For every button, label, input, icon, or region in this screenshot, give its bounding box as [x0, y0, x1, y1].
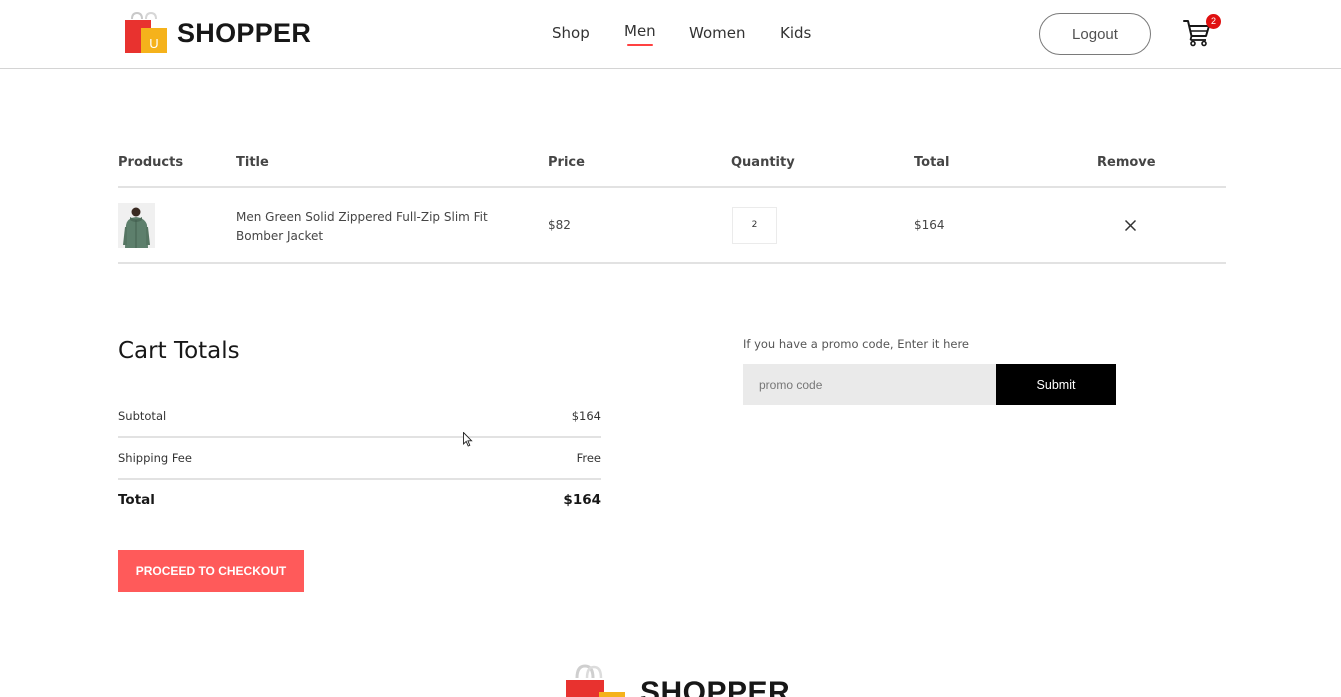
- subtotal-label: Subtotal: [118, 409, 167, 423]
- column-header-quantity: Quantity: [731, 155, 795, 170]
- total-value: $164: [563, 492, 601, 508]
- remove-x-icon[interactable]: [1124, 219, 1137, 232]
- cart-button[interactable]: 2: [1182, 14, 1222, 48]
- column-header-remove: Remove: [1097, 155, 1156, 170]
- nav-item-shop[interactable]: Shop: [552, 24, 590, 42]
- jacket-image-icon: [118, 203, 155, 248]
- column-header-price: Price: [548, 155, 585, 170]
- promo-code-prompt: If you have a promo code, Enter it here: [743, 337, 970, 351]
- nav-item-men[interactable]: Men: [624, 22, 656, 46]
- logout-button[interactable]: Logout: [1039, 13, 1151, 55]
- subtotal-value: $164: [571, 409, 601, 423]
- total-label: Total: [118, 492, 155, 508]
- column-header-title: Title: [236, 155, 269, 170]
- row-total: $164: [914, 218, 945, 232]
- column-header-total: Total: [914, 155, 950, 170]
- footer-shopping-bag-icon: [566, 664, 625, 697]
- mouse-cursor-icon: [463, 432, 473, 447]
- product-price: $82: [548, 218, 571, 232]
- product-title: Men Green Solid Zippered Full-Zip Slim F…: [236, 210, 488, 243]
- promo-code-input[interactable]: [743, 364, 996, 405]
- shipping-fee-label: Shipping Fee: [118, 451, 192, 465]
- cart-totals-heading: Cart Totals: [118, 338, 240, 364]
- nav-item-label: Kids: [780, 24, 812, 42]
- cart-count-badge: 2: [1206, 14, 1221, 29]
- promo-submit-button[interactable]: Submit: [996, 364, 1116, 405]
- navbar: U SHOPPER Shop Men Women Kids Logout 2: [0, 0, 1341, 69]
- nav-item-kids[interactable]: Kids: [780, 24, 811, 42]
- active-nav-underline: [627, 44, 653, 46]
- footer-logo: SHOPPER: [563, 664, 790, 697]
- nav-item-label: Men: [624, 22, 656, 40]
- table-divider: [118, 186, 1226, 188]
- totals-divider: [118, 478, 601, 480]
- shipping-fee-value: Free: [576, 451, 601, 465]
- quantity-field[interactable]: 2: [732, 207, 777, 244]
- totals-divider: [118, 436, 601, 438]
- proceed-to-checkout-button[interactable]: PROCEED TO CHECKOUT: [118, 550, 304, 592]
- nav-item-women[interactable]: Women: [689, 24, 745, 42]
- nav-item-label: Shop: [552, 24, 590, 42]
- footer-brand-name: SHOPPER: [640, 676, 791, 697]
- nav-item-label: Women: [689, 24, 746, 42]
- column-header-products: Products: [118, 155, 184, 170]
- product-thumbnail[interactable]: [118, 203, 155, 248]
- table-divider: [118, 262, 1226, 264]
